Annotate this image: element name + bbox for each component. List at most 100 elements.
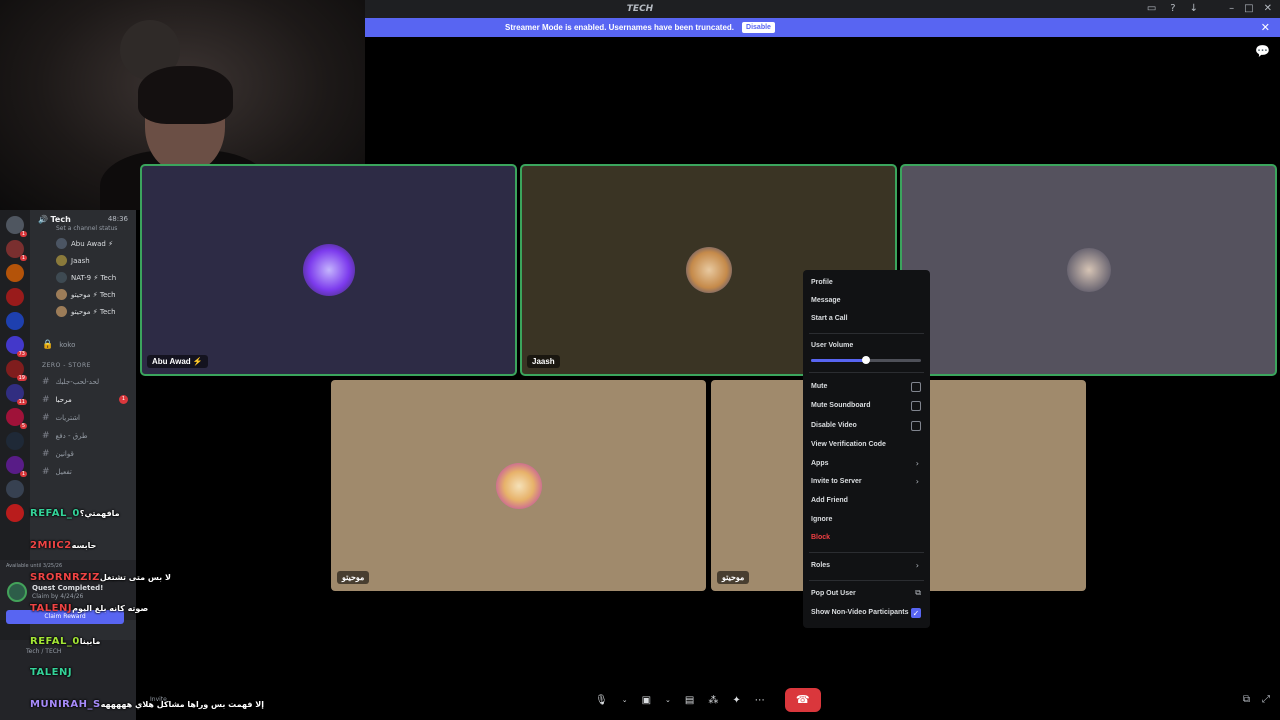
menu-item-ignore[interactable]: Ignore: [811, 516, 832, 523]
maximize-icon[interactable]: □: [1244, 2, 1253, 16]
disconnect-button[interactable]: ☎: [784, 688, 821, 712]
pop-out-icon[interactable]: ⧉: [1243, 694, 1250, 705]
server-icon[interactable]: 11: [6, 384, 27, 405]
disable-streamer-mode-button[interactable]: Disable: [742, 22, 775, 33]
chat-username: REFAL_0: [30, 636, 80, 647]
channel-name: قوانين: [55, 450, 74, 458]
menu-item-block[interactable]: Block: [811, 534, 830, 541]
fullscreen-icon[interactable]: ⤢: [1262, 694, 1270, 705]
help-icon[interactable]: ?: [1170, 2, 1175, 16]
server-icon[interactable]: 1: [6, 456, 27, 477]
voice-channel-block: 🔊 Tech 48:36 Set a channel status Abu Aw…: [38, 215, 134, 317]
unread-badge: 1: [119, 395, 128, 404]
channel-name: اشتريات: [55, 414, 81, 422]
more-options-icon[interactable]: ⋯: [755, 695, 765, 706]
voice-member[interactable]: موحيتو ⚡ Tech: [56, 306, 134, 317]
menu-item-view-verification-code[interactable]: View Verification Code: [811, 441, 886, 448]
chevron-down-icon[interactable]: ⌄: [665, 696, 671, 704]
voice-member[interactable]: NAT-9 ⚡ Tech: [56, 272, 134, 283]
chevron-down-icon[interactable]: ⌄: [622, 696, 628, 704]
voice-timer: 48:36: [107, 215, 128, 223]
menu-item-profile[interactable]: Profile: [811, 279, 833, 286]
chat-username: MUNIRAH_S: [30, 699, 101, 710]
user-volume-slider[interactable]: [811, 356, 921, 364]
chat-username: TALENJ: [30, 667, 73, 678]
mute-soundboard-checkbox[interactable]: [911, 401, 921, 411]
server-icon[interactable]: [6, 480, 24, 498]
mute-checkbox[interactable]: [911, 382, 921, 392]
menu-item-invite-to-server[interactable]: Invite to Server: [811, 478, 862, 485]
voice-member[interactable]: Abu Awad ⚡: [56, 238, 134, 249]
voice-channel-tech[interactable]: 🔊 Tech 48:36: [38, 215, 134, 224]
menu-item-disable-video[interactable]: Disable Video: [811, 422, 857, 429]
chat-overlay-message: MUNIRAH_Sإلا فهمت بس وراها مشاكل هلاي هه…: [30, 699, 264, 710]
text-channel[interactable]: # لحد-لحب-جلبك: [42, 377, 136, 387]
menu-item-mute-soundboard[interactable]: Mute Soundboard: [811, 402, 871, 409]
voice-member[interactable]: Jaash: [56, 255, 134, 266]
download-icon[interactable]: ↓: [1190, 2, 1198, 16]
activities-icon[interactable]: ⁂: [708, 695, 718, 706]
voice-member[interactable]: موحيتو ⚡ Tech: [56, 289, 134, 300]
menu-item-show-non-video[interactable]: Show Non-Video Participants: [811, 609, 909, 616]
hash-icon: #: [42, 413, 50, 423]
menu-item-pop-out-user[interactable]: Pop Out User: [811, 590, 856, 597]
screen-share-icon[interactable]: ▤: [685, 695, 694, 706]
voice-member-name: Jaash: [71, 256, 90, 265]
video-tile[interactable]: موحيتو: [331, 380, 706, 591]
chat-overlay-message: SRORNRZIZلا بس متى تشتغل: [30, 572, 171, 583]
server-icon[interactable]: [6, 288, 24, 306]
chat-bubble-icon[interactable]: 💬: [1255, 44, 1270, 58]
channel-name: طرق - دفع: [55, 432, 88, 440]
menu-divider: [809, 580, 924, 581]
text-channel[interactable]: # اشتريات: [42, 413, 136, 423]
text-channel[interactable]: # مرحبا 1: [42, 395, 136, 405]
new-server-badge-icon[interactable]: [6, 504, 24, 522]
camera-off-icon[interactable]: ▣: [642, 695, 651, 706]
channel-koko[interactable]: 🔒 koko: [42, 340, 136, 350]
chat-overlay-message: 2MIIC2حابسه: [30, 540, 96, 551]
avatar: [56, 289, 67, 300]
minimize-icon[interactable]: –: [1229, 2, 1234, 16]
video-tile[interactable]: Abu Awad ⚡: [140, 164, 517, 376]
avatar: [56, 306, 67, 317]
menu-item-add-friend[interactable]: Add Friend: [811, 497, 848, 504]
avatar: [495, 462, 542, 509]
chat-overlay-message: REFAL_0مافهمتي؟: [30, 508, 120, 519]
close-banner-icon[interactable]: ✕: [1261, 21, 1270, 34]
video-tile[interactable]: [900, 164, 1277, 376]
close-window-icon[interactable]: ✕: [1264, 2, 1272, 16]
disable-video-checkbox[interactable]: [911, 421, 921, 431]
chat-username: 2MIIC2: [30, 540, 72, 551]
text-channel[interactable]: # قوانين: [42, 449, 136, 459]
hash-icon: #: [42, 431, 50, 441]
server-icon[interactable]: 19: [6, 360, 27, 381]
menu-item-apps[interactable]: Apps: [811, 460, 829, 467]
server-icon[interactable]: 1: [6, 240, 27, 261]
text-channel[interactable]: # تفعيل: [42, 467, 136, 477]
server-icon[interactable]: 1: [6, 216, 27, 237]
soundboard-icon[interactable]: ✦: [732, 695, 740, 706]
menu-item-roles[interactable]: Roles: [811, 562, 830, 569]
server-icon[interactable]: [6, 312, 24, 330]
participant-name: Abu Awad ⚡: [147, 355, 208, 368]
menu-item-start-call[interactable]: Start a Call: [811, 315, 848, 322]
microphone-icon[interactable]: 🎙: [595, 695, 608, 706]
chat-text: إلا فهمت بس وراها مشاكل هلاي هههههه: [100, 700, 264, 709]
banner-message: Streamer Mode is enabled. Usernames have…: [505, 23, 735, 32]
server-icon[interactable]: [6, 432, 24, 450]
inbox-icon[interactable]: ▭: [1147, 2, 1156, 16]
show-non-video-checkbox[interactable]: ✓: [911, 608, 921, 618]
chevron-right-icon: ›: [915, 561, 919, 570]
channel-status-input[interactable]: Set a channel status: [56, 225, 134, 232]
server-icon[interactable]: 5: [6, 408, 27, 429]
category-header[interactable]: ZERO - STORE: [42, 362, 136, 369]
text-channel[interactable]: # طرق - دفع: [42, 431, 136, 441]
server-icon[interactable]: [6, 264, 24, 282]
volume-knob[interactable]: [862, 356, 870, 364]
menu-item-message[interactable]: Message: [811, 297, 841, 304]
channel-name: تفعيل: [55, 468, 72, 476]
server-icon[interactable]: 73: [6, 336, 27, 357]
avatar: [56, 255, 67, 266]
chat-text: مابينا: [79, 637, 101, 646]
menu-item-mute[interactable]: Mute: [811, 383, 827, 390]
